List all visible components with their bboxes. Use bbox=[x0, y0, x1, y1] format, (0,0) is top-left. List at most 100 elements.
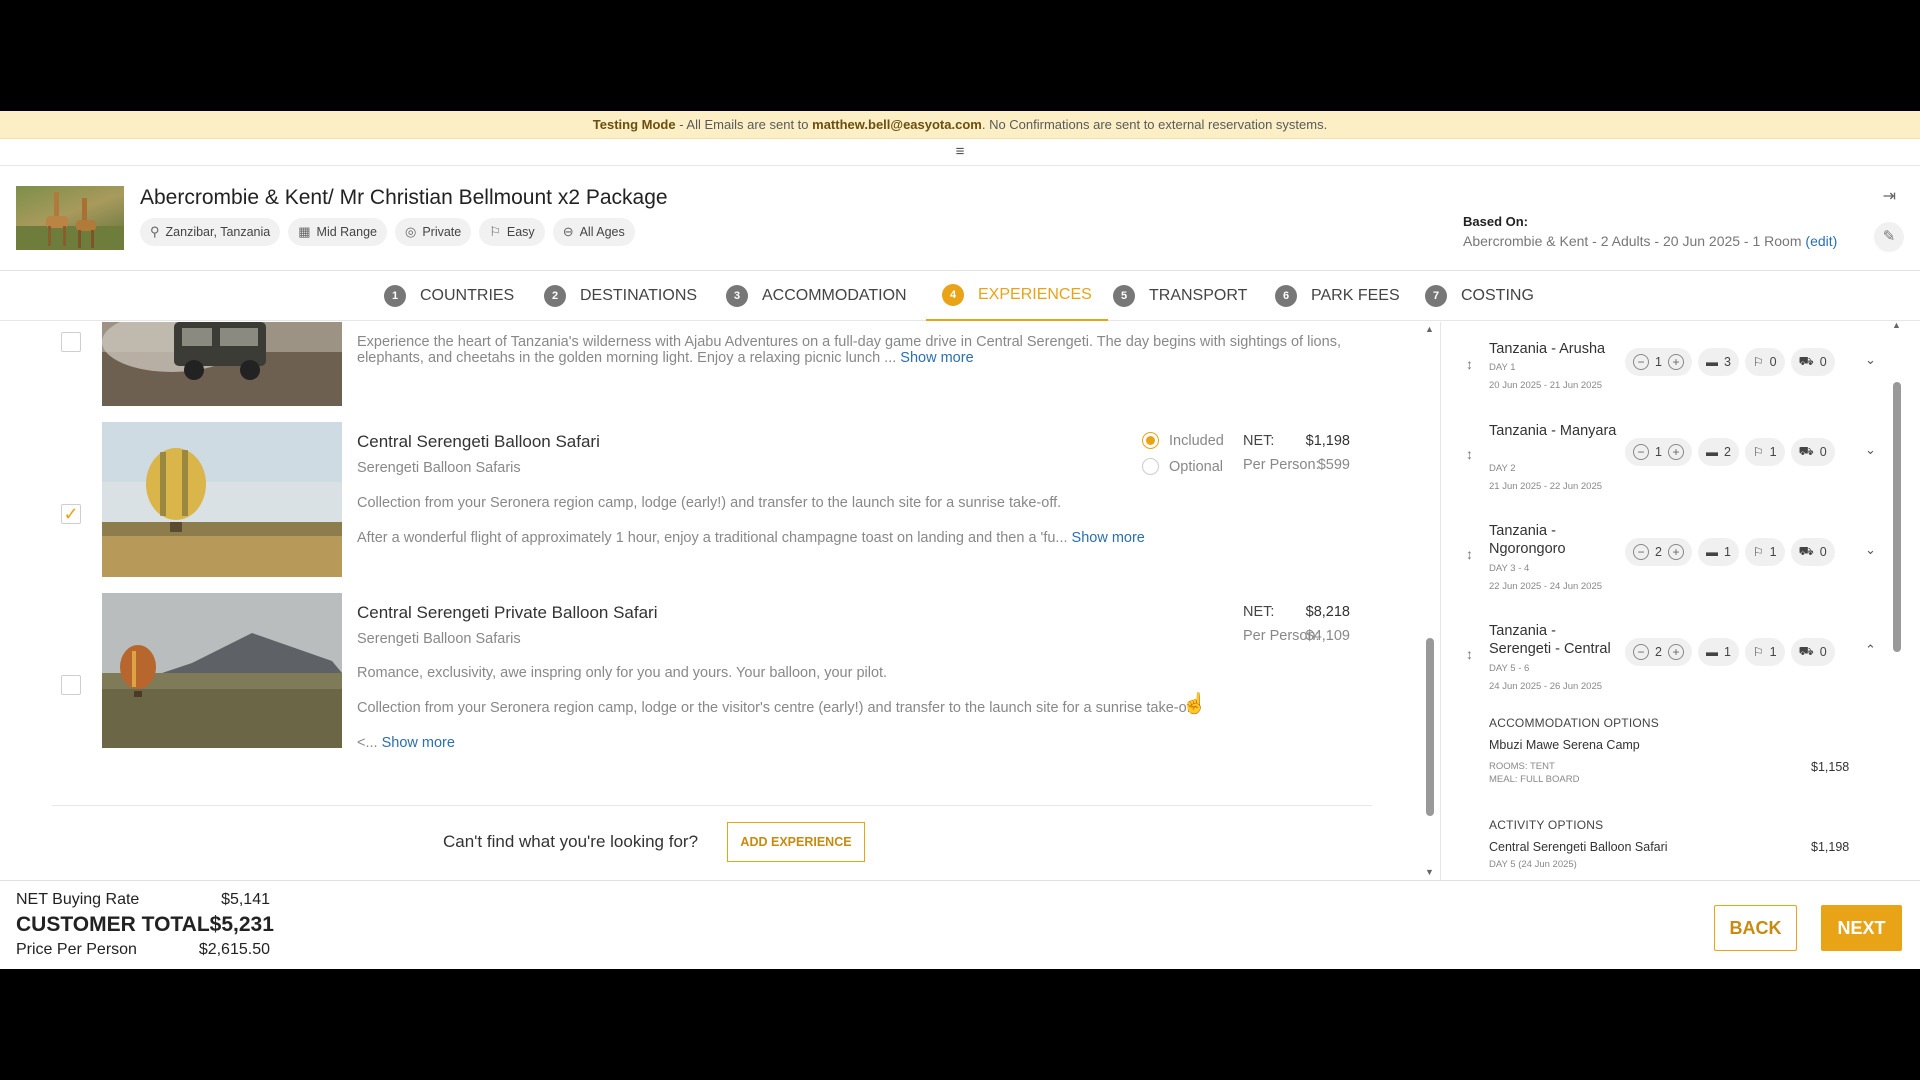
minus-icon[interactable]: − bbox=[1633, 444, 1649, 460]
step-number: 5 bbox=[1113, 285, 1135, 307]
experience-checkbox[interactable] bbox=[61, 332, 81, 352]
experience-checkbox-checked[interactable]: ✓ bbox=[61, 504, 81, 524]
tab-countries[interactable]: 1 COUNTRIES bbox=[384, 271, 514, 321]
eye-off-icon: ◎ bbox=[404, 224, 417, 239]
pill-count: 1 bbox=[1723, 545, 1731, 559]
scroll-up-arrow-icon[interactable]: ▲ bbox=[1425, 324, 1434, 334]
banner-email: matthew.bell@easyota.com bbox=[812, 117, 982, 132]
step-number: 7 bbox=[1425, 285, 1447, 307]
based-on-value: Abercrombie & Kent - 2 Adults - 20 Jun 2… bbox=[1463, 233, 1802, 249]
nights-stepper: −1 + bbox=[1625, 438, 1692, 466]
experience-list-scrollbar[interactable]: ▲ ▼ bbox=[1423, 322, 1437, 880]
menu-toggle-row: ≡ bbox=[0, 139, 1920, 166]
drag-handle-icon[interactable]: ↕ bbox=[1466, 356, 1473, 372]
plus-icon[interactable]: + bbox=[1667, 544, 1684, 560]
activities-count[interactable]: ⚐ 1 bbox=[1744, 638, 1785, 666]
destination-controls: −1 + ▬ 2 ⚐ 1 ⛟ 0 bbox=[1625, 438, 1835, 466]
accommodation-options-header: ACCOMMODATION OPTIONS bbox=[1489, 716, 1659, 730]
next-button[interactable]: NEXT bbox=[1821, 905, 1902, 951]
package-thumbnail bbox=[16, 186, 124, 250]
hiker-icon: ⚐ bbox=[489, 224, 501, 239]
experience-description-3: <... Show more bbox=[357, 735, 455, 751]
scrollbar-thumb[interactable] bbox=[1893, 382, 1901, 652]
activity-name: Central Serengeti Balloon Safari bbox=[1489, 840, 1668, 854]
pill-count: 0 bbox=[1819, 545, 1827, 559]
activity-price: $1,198 bbox=[1811, 840, 1850, 854]
bed-icon: ▬ bbox=[1705, 355, 1718, 369]
chevron-down-icon[interactable]: ⌄ bbox=[1865, 542, 1876, 558]
activities-count[interactable]: ⚐ 0 bbox=[1744, 348, 1785, 376]
logout-icon[interactable]: ⇥ bbox=[1883, 186, 1896, 206]
plus-icon[interactable]: + bbox=[1667, 644, 1684, 660]
pill-count: 2 bbox=[1723, 445, 1731, 459]
tab-experiences[interactable]: 4 EXPERIENCES bbox=[926, 271, 1108, 321]
destination-dates: 24 Jun 2025 - 26 Jun 2025 bbox=[1489, 681, 1603, 692]
radio-optional[interactable]: Optional bbox=[1142, 458, 1223, 475]
beds-count[interactable]: ▬ 2 bbox=[1697, 438, 1739, 466]
step-number: 1 bbox=[384, 285, 406, 307]
pencil-edit-icon[interactable]: ✎ bbox=[1874, 222, 1904, 252]
radio-dot[interactable] bbox=[1142, 458, 1159, 475]
step-number: 2 bbox=[544, 285, 566, 307]
chevron-up-icon[interactable]: ⌃ bbox=[1865, 642, 1876, 658]
minus-icon[interactable]: − bbox=[1633, 354, 1649, 370]
plus-icon[interactable]: + bbox=[1667, 444, 1684, 460]
tab-destinations[interactable]: 2 DESTINATIONS bbox=[544, 271, 697, 321]
banner-text-2: . No Confirmations are sent to external … bbox=[981, 117, 1328, 132]
scrollbar-thumb[interactable] bbox=[1426, 638, 1434, 816]
experience-description: Experience the heart of Tanzania's wilde… bbox=[357, 334, 1341, 350]
beds-count[interactable]: ▬ 1 bbox=[1697, 638, 1739, 666]
activities-count[interactable]: ⚐ 1 bbox=[1744, 438, 1785, 466]
drag-handle-icon[interactable]: ↕ bbox=[1466, 546, 1473, 562]
edit-link[interactable]: (edit) bbox=[1805, 233, 1837, 249]
chip-label: Easy bbox=[506, 225, 535, 239]
minus-icon[interactable]: − bbox=[1633, 544, 1649, 560]
radio-dot-selected[interactable] bbox=[1142, 432, 1159, 449]
pill-count: 1 bbox=[1723, 645, 1731, 659]
add-experience-button[interactable]: ADD EXPERIENCE bbox=[727, 822, 865, 862]
drag-handle-icon[interactable]: ↕ bbox=[1466, 446, 1473, 462]
hamburger-menu-icon[interactable]: ≡ bbox=[956, 143, 965, 160]
tab-costing[interactable]: 7 COSTING bbox=[1425, 271, 1534, 321]
beds-count[interactable]: ▬ 3 bbox=[1697, 348, 1739, 376]
show-more-link[interactable]: Show more bbox=[1072, 530, 1145, 546]
destination-controls: −1 + ▬ 3 ⚐ 0 ⛟ 0 bbox=[1625, 348, 1835, 376]
back-button[interactable]: BACK bbox=[1714, 905, 1797, 951]
plus-icon[interactable]: + bbox=[1667, 354, 1684, 370]
sidebar-scrollbar[interactable]: ▲ bbox=[1890, 322, 1904, 880]
chevron-down-icon[interactable]: ⌄ bbox=[1865, 442, 1876, 458]
step-number: 6 bbox=[1275, 285, 1297, 307]
pill-count: 0 bbox=[1769, 355, 1777, 369]
transport-count[interactable]: ⛟ 0 bbox=[1790, 438, 1835, 466]
price-per-person-row: Price Per Person $2,615.50 bbox=[16, 941, 270, 959]
activities-count[interactable]: ⚐ 1 bbox=[1744, 538, 1785, 566]
chip-tier: ▦ Mid Range bbox=[288, 218, 387, 246]
step-number: 4 bbox=[942, 284, 964, 306]
experience-description: Collection from your Seronera region cam… bbox=[357, 495, 1062, 511]
show-more-link[interactable]: Show more bbox=[900, 350, 973, 366]
accommodation-rooms: ROOMS: TENT bbox=[1489, 761, 1555, 772]
minus-circle-icon: ⊖ bbox=[562, 224, 574, 239]
experience-description-text: After a wonderful flight of approximatel… bbox=[357, 530, 1068, 546]
radio-included[interactable]: Included bbox=[1142, 432, 1224, 449]
minus-icon[interactable]: − bbox=[1633, 644, 1649, 660]
tab-park-fees[interactable]: 6 PARK FEES bbox=[1275, 271, 1400, 321]
net-buying-rate-label: NET Buying Rate bbox=[16, 891, 140, 908]
nights-count: 2 bbox=[1655, 545, 1662, 559]
tab-transport[interactable]: 5 TRANSPORT bbox=[1113, 271, 1247, 321]
transport-count[interactable]: ⛟ 0 bbox=[1790, 538, 1835, 566]
transport-count[interactable]: ⛟ 0 bbox=[1790, 638, 1835, 666]
tab-accommodation[interactable]: 3 ACCOMMODATION bbox=[726, 271, 907, 321]
show-more-link[interactable]: Show more bbox=[382, 735, 455, 751]
chevron-down-icon[interactable]: ⌄ bbox=[1865, 352, 1876, 368]
drag-handle-icon[interactable]: ↕ bbox=[1466, 646, 1473, 662]
destination-dates: 21 Jun 2025 - 22 Jun 2025 bbox=[1489, 481, 1603, 492]
pill-count: 1 bbox=[1769, 445, 1777, 459]
scroll-down-arrow-icon[interactable]: ▼ bbox=[1425, 867, 1434, 877]
experience-checkbox[interactable] bbox=[61, 675, 81, 695]
beds-count[interactable]: ▬ 1 bbox=[1697, 538, 1739, 566]
experience-description-2: After a wonderful flight of approximatel… bbox=[357, 530, 1145, 546]
destination-controls: −2 + ▬ 1 ⚐ 1 ⛟ 0 bbox=[1625, 538, 1835, 566]
scroll-up-arrow-icon[interactable]: ▲ bbox=[1892, 322, 1901, 330]
transport-count[interactable]: ⛟ 0 bbox=[1790, 348, 1835, 376]
